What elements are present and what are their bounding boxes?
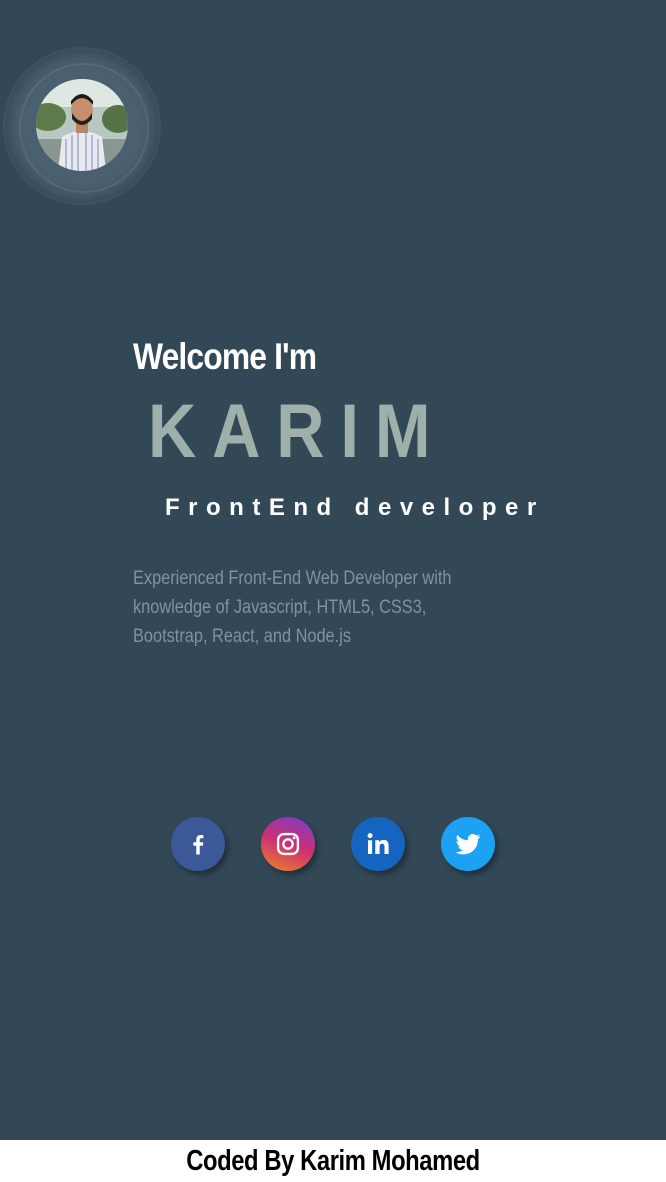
twitter-icon — [455, 833, 481, 855]
avatar — [36, 79, 128, 171]
avatar-ring — [5, 49, 159, 203]
linkedin-icon — [367, 833, 389, 854]
instagram-button[interactable] — [261, 817, 315, 871]
twitter-button[interactable] — [441, 817, 495, 871]
role-subtitle: FrontEnd developer — [165, 494, 545, 521]
hero-section: Welcome I'm KARIM FrontEnd developer Exp… — [0, 0, 666, 1140]
name-title: KARIM — [148, 389, 447, 474]
social-links — [171, 817, 495, 871]
facebook-button[interactable] — [171, 817, 225, 871]
profile-photo-icon — [36, 79, 128, 171]
instagram-icon — [276, 832, 300, 856]
facebook-icon — [193, 835, 204, 855]
footer: Coded By Karim Mohamed — [0, 1140, 666, 1182]
welcome-heading: Welcome I'm — [133, 336, 317, 377]
linkedin-button[interactable] — [351, 817, 405, 871]
bio-text: Experienced Front-End Web Developer with… — [133, 568, 452, 647]
footer-credit: Coded By Karim Mohamed — [186, 1144, 480, 1177]
